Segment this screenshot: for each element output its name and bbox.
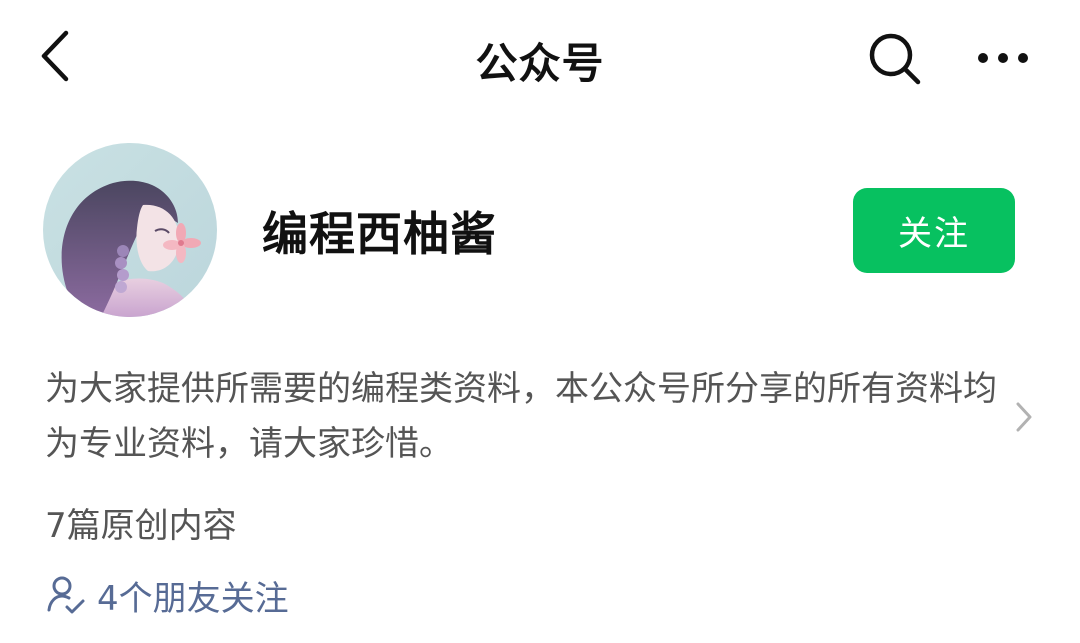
search-button[interactable] — [862, 26, 928, 92]
user-check-icon — [47, 576, 85, 614]
top-navigation-bar: 公众号 — [0, 0, 1080, 118]
friends-following-label: 4个朋友关注 — [97, 578, 289, 619]
more-button[interactable] — [970, 30, 1036, 86]
more-horizontal-icon — [978, 53, 1028, 63]
follow-button[interactable]: 关注 — [853, 188, 1015, 273]
friends-following-row[interactable]: 4个朋友关注 — [45, 570, 289, 620]
original-content-count[interactable]: 7篇原创内容 — [45, 498, 237, 547]
account-avatar[interactable] — [43, 143, 217, 317]
account-description[interactable]: 为大家提供所需要的编程类资料，本公众号所分享的所有资料均为专业资料，请大家珍惜。 — [45, 362, 1000, 472]
avatar-illustration — [43, 143, 217, 317]
account-name: 编程西柚酱 — [262, 207, 497, 261]
chevron-right-icon[interactable] — [1012, 400, 1036, 434]
search-icon — [869, 33, 921, 85]
